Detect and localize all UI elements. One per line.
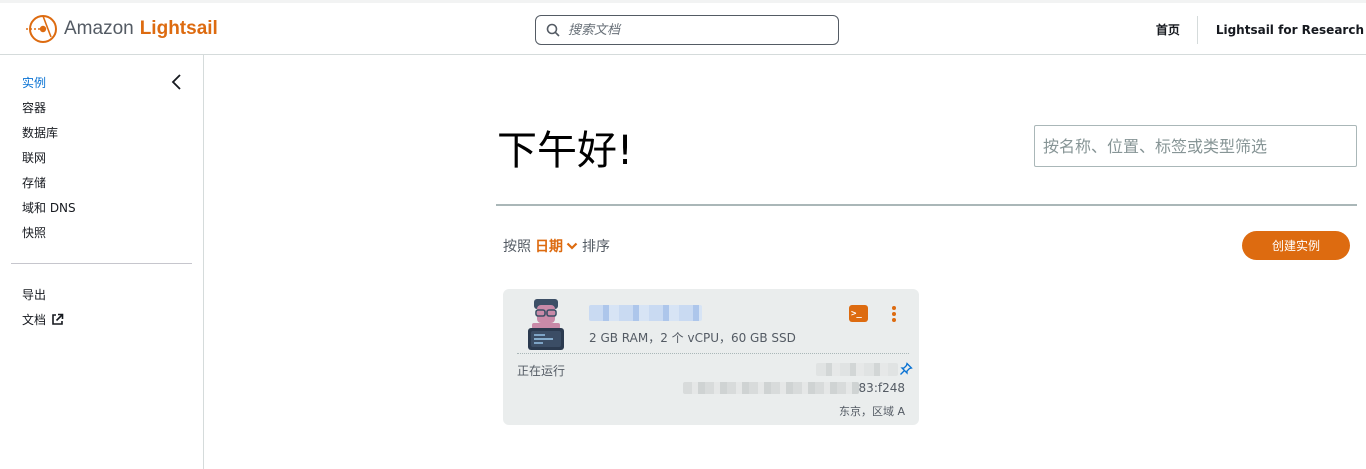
brand-product: Lightsail	[139, 18, 218, 39]
sidebar-item-docs-label: 文档	[22, 313, 47, 327]
ipv6-redacted	[682, 382, 859, 394]
instance-name-link[interactable]	[589, 305, 702, 321]
instance-specs: 2 GB RAM，2 个 vCPU，60 GB SSD	[589, 331, 796, 345]
pin-icon[interactable]	[899, 362, 913, 376]
external-link-icon	[52, 313, 64, 325]
instance-avatar-icon	[528, 299, 564, 350]
ipv6-address: 83:f248	[682, 381, 905, 395]
create-instance-button[interactable]: 创建实例	[1242, 231, 1350, 260]
sidebar-item-snapshots[interactable]: 快照	[22, 224, 46, 241]
sidebar-item-export[interactable]: 导出	[22, 286, 46, 303]
sidebar-item-storage[interactable]: 存储	[22, 174, 46, 191]
documentation-search[interactable]	[535, 15, 839, 45]
ipv6-tail: 83:f248	[858, 381, 905, 395]
filter-input[interactable]	[1043, 136, 1356, 156]
sort-suffix: 排序	[582, 239, 610, 255]
search-input[interactable]	[568, 18, 838, 42]
top-nav-links: 首页 Lightsail for Research	[1156, 16, 1364, 44]
connect-ssh-terminal-icon[interactable]: >_	[849, 305, 868, 322]
brand-prefix: Amazon	[64, 18, 134, 39]
nav-home-link[interactable]: 首页	[1156, 16, 1198, 44]
sidebar-item-networking[interactable]: 联网	[22, 149, 46, 166]
nav-research-link[interactable]: Lightsail for Research	[1198, 23, 1364, 37]
sidebar: 实例 容器 数据库 联网 存储 域和 DNS 快照 导出 文档	[0, 55, 204, 469]
sort-control: 按照 日期 排序	[503, 236, 610, 256]
collapse-sidebar-icon[interactable]	[170, 73, 184, 91]
top-navigation-bar: Amazon Lightsail 首页 Lightsail for Resear…	[0, 0, 1366, 55]
instance-actions-menu-icon[interactable]	[889, 304, 899, 324]
card-divider	[517, 353, 909, 354]
sidebar-item-docs[interactable]: 文档	[22, 311, 64, 328]
lightsail-logo-icon	[26, 15, 57, 43]
content-divider	[496, 204, 1357, 206]
public-ip-redacted	[816, 363, 898, 376]
instance-status: 正在运行	[517, 364, 566, 378]
sidebar-item-domains-dns[interactable]: 域和 DNS	[22, 199, 76, 216]
sidebar-divider	[11, 263, 192, 264]
lightsail-logo[interactable]: Amazon Lightsail	[24, 13, 218, 45]
instance-filter[interactable]	[1034, 125, 1357, 167]
instance-card[interactable]: 2 GB RAM，2 个 vCPU，60 GB SSD >_ 正在运行 83:f…	[503, 289, 919, 425]
instance-zone: 东京，区域 A	[838, 405, 905, 418]
sort-dropdown[interactable]: 日期	[535, 236, 578, 256]
sort-prefix: 按照	[503, 239, 531, 255]
sort-value-label: 日期	[535, 239, 563, 255]
sidebar-item-databases[interactable]: 数据库	[22, 124, 58, 141]
search-icon	[546, 23, 560, 37]
chevron-down-icon	[566, 242, 578, 250]
sidebar-item-containers[interactable]: 容器	[22, 99, 46, 116]
greeting-heading: 下午好!	[497, 128, 634, 174]
sidebar-item-instances[interactable]: 实例	[22, 74, 46, 91]
